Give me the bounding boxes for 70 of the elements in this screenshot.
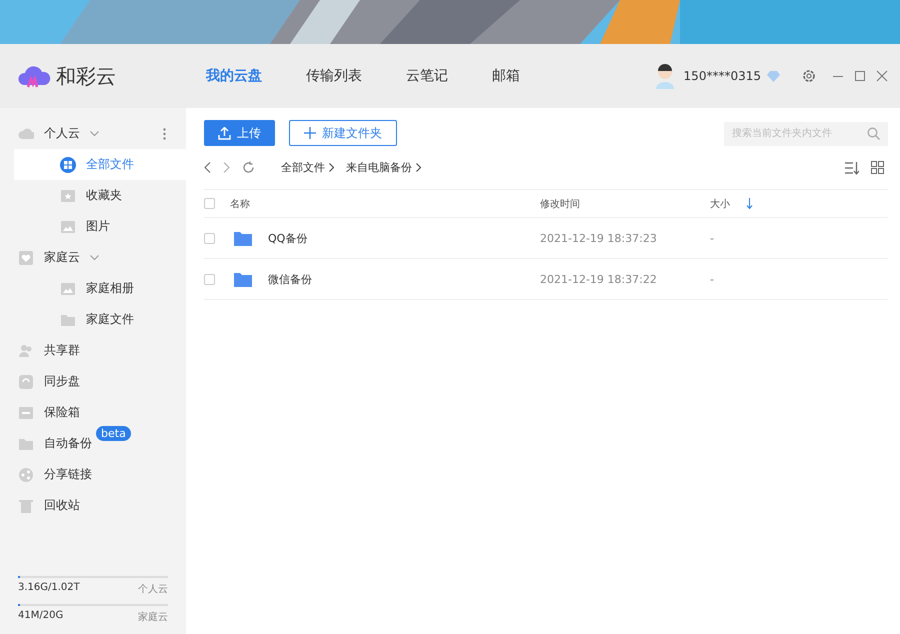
maximize-button[interactable] <box>854 70 866 82</box>
sidebar-item[interactable]: 家庭文件 <box>14 304 186 335</box>
beta-badge: beta <box>96 426 131 441</box>
more-icon[interactable] <box>163 128 166 140</box>
chevron-right-icon <box>416 163 421 172</box>
sidebar-item[interactable]: 共享群 <box>0 335 186 366</box>
chevron-icon[interactable] <box>90 130 99 136</box>
storage-usage: 41M/20G <box>18 610 64 623</box>
sidebar-item[interactable]: 分享链接 <box>0 459 186 490</box>
storage-usage: 3.16G/1.02T <box>18 582 80 595</box>
sync-icon <box>18 374 34 390</box>
storage-name: 家庭云 <box>138 610 168 624</box>
people-icon <box>18 342 34 358</box>
folder-icon <box>234 230 252 246</box>
grid-view-icon[interactable] <box>871 161 884 174</box>
file-name[interactable]: 微信备份 <box>268 272 312 286</box>
safe-icon <box>18 404 34 420</box>
sidebar-item[interactable]: 家庭相册 <box>14 273 186 304</box>
sidebar-item[interactable]: 收藏夹 <box>14 180 186 211</box>
star-folder-icon <box>60 188 76 204</box>
forward-icon[interactable] <box>223 162 230 173</box>
chevron-icon[interactable] <box>90 254 99 260</box>
file-name[interactable]: QQ备份 <box>268 230 308 246</box>
nav-tab[interactable]: 传输列表 <box>306 67 362 85</box>
image-icon <box>60 218 76 234</box>
column-header[interactable]: 名称 <box>230 196 540 210</box>
breadcrumb-link[interactable]: 全部文件 <box>281 160 325 175</box>
close-button[interactable] <box>876 70 888 82</box>
grid-icon <box>60 156 76 172</box>
storage-name: 个人云 <box>138 583 168 596</box>
column-header[interactable]: 大小 <box>710 196 730 210</box>
nav-tab[interactable]: 邮箱 <box>492 67 520 85</box>
folder-icon <box>234 272 252 286</box>
refresh-icon[interactable] <box>242 161 255 174</box>
upload-icon[interactable] <box>218 126 231 140</box>
sidebar-item[interactable]: 保险箱 <box>0 397 186 428</box>
trash-icon <box>18 498 34 514</box>
sidebar-item[interactable]: 同步盘 <box>0 366 186 397</box>
sidebar-item[interactable]: 全部文件 <box>14 149 186 180</box>
select-all-checkbox[interactable] <box>204 198 215 209</box>
nav-tab[interactable]: 云笔记 <box>406 67 448 85</box>
modified-time: 2021-12-19 18:37:23 <box>540 232 658 244</box>
user-phone: 150****0315 <box>684 69 761 83</box>
file-size: - <box>710 272 715 286</box>
plus-icon[interactable] <box>304 127 316 139</box>
avatar-icon[interactable] <box>654 63 676 89</box>
file-size: - <box>710 232 715 244</box>
sort-down-icon[interactable] <box>746 198 753 209</box>
sort-icon[interactable] <box>845 160 859 174</box>
sidebar-item[interactable]: 家庭云 <box>0 242 186 273</box>
search-icon[interactable] <box>867 127 880 140</box>
sidebar-item[interactable]: 个人云 <box>0 118 186 149</box>
image-icon <box>60 280 76 296</box>
row-checkbox[interactable] <box>204 232 215 244</box>
cloud-icon <box>18 126 34 142</box>
chevron-right-icon <box>329 163 334 172</box>
sidebar-item[interactable]: 自动备份 beta <box>0 428 186 459</box>
back-icon[interactable] <box>204 162 211 173</box>
row-checkbox[interactable] <box>204 274 215 284</box>
sidebar-item[interactable]: 回收站 <box>0 490 186 521</box>
column-header[interactable]: 修改时间 <box>540 196 710 210</box>
new-folder-button[interactable]: 新建文件夹 <box>289 120 397 146</box>
breadcrumb-link[interactable]: 来自电脑备份 <box>346 160 412 175</box>
modified-time: 2021-12-19 18:37:22 <box>540 272 658 286</box>
share-icon <box>18 466 34 482</box>
upload-button[interactable]: 上传 <box>204 120 275 146</box>
search-field[interactable]: 搜索当前文件夹内文件 <box>724 122 888 146</box>
sidebar-item[interactable]: 图片 <box>14 211 186 242</box>
settings-button[interactable] <box>802 69 816 83</box>
app-name: 和彩云 <box>56 62 116 90</box>
